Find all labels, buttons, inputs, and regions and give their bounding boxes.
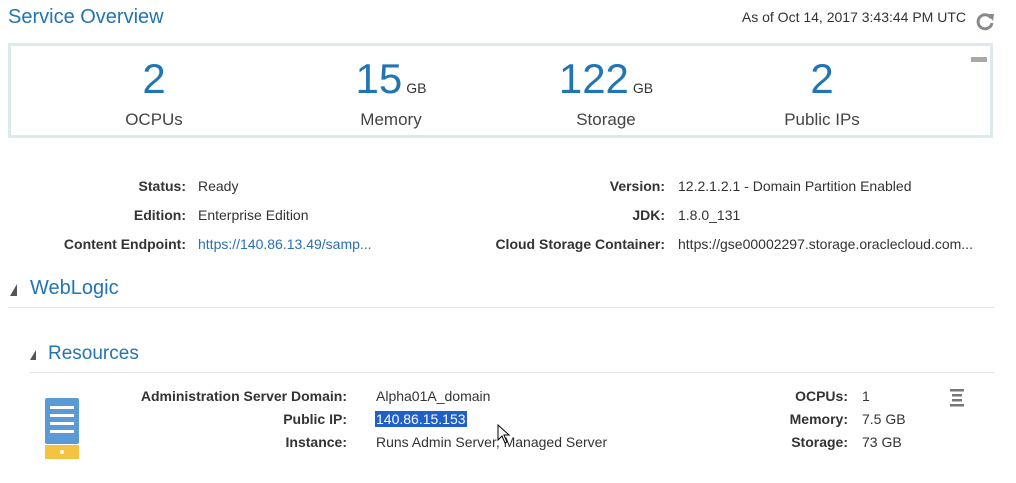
edition-label: Edition: [133,207,186,223]
metric-label: Storage [576,110,636,129]
version-label: Version: [609,178,665,194]
metric-value: 2 [142,55,166,102]
public-ip-label: Public IP: [283,411,347,427]
collapse-triangle-icon[interactable] [10,284,17,296]
resources-section-title[interactable]: Resources [48,343,139,365]
selected-text: 140.86.15.153 [375,411,467,427]
metric-label: Memory [360,110,422,129]
storage-label: Storage: [791,434,848,450]
ocpus-value: 1 [862,388,870,404]
status-value: Ready [198,178,239,194]
server-icon [45,398,81,460]
storage-value: 73 GB [862,434,902,450]
metric-label: OCPUs [125,110,183,129]
metric-unit: GB [406,80,427,96]
cloud-storage-container-value: https://gse00002297.storage.oraclecloud.… [678,236,973,252]
collapse-panel-icon[interactable] [971,57,987,62]
edition-value: Enterprise Edition [198,207,309,223]
refresh-icon[interactable] [974,10,996,32]
metric-unit: GB [632,80,654,96]
jdk-value: 1.8.0_131 [678,207,741,223]
weblogic-section-title[interactable]: WebLogic [30,277,119,300]
divider [8,307,994,308]
memory-label: Memory: [789,411,848,427]
version-value: 12.2.1.2.1 - Domain Partition Enabled [678,178,912,194]
actions-menu-icon[interactable] [949,389,965,407]
instance-value: Runs Admin Server, Managed Server [376,434,608,450]
metrics-panel: 2 OCPUs 15 GB Memory 122 GB Storage 2 Publ… [8,43,993,138]
divider [30,372,994,373]
metric-value: 122 [558,55,629,102]
memory-value: 7.5 GB [862,411,906,427]
content-endpoint-label: Content Endpoint: [63,236,186,252]
instance-label: Instance: [285,434,347,450]
content-endpoint-link[interactable]: https://140.86.13.49/samp... [198,236,372,252]
metric-value: 15 [355,55,403,102]
jdk-label: JDK: [632,207,665,223]
admin-server-domain-value: Alpha01A_domain [376,388,491,404]
page-title: Service Overview [8,6,164,28]
ocpus-label: OCPUs: [795,388,848,404]
last-updated-timestamp: As of Oct 14, 2017 3:43:44 PM UTC [741,9,966,25]
metric-value: 2 [810,55,834,102]
metric-label: Public IPs [784,110,860,129]
admin-server-domain-label: Administration Server Domain: [140,388,347,404]
cursor-icon [497,423,511,446]
status-label: Status: [138,178,186,194]
collapse-triangle-icon[interactable] [30,350,36,360]
public-ip-value: 140.86.15.153 [375,411,467,427]
cloud-storage-container-label: Cloud Storage Container: [495,236,665,252]
